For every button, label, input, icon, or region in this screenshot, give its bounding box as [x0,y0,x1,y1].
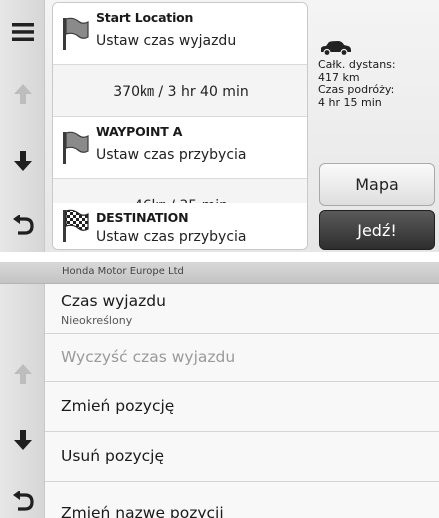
flag-icon [63,131,89,164]
menu-item-value: Nieokreślony [61,314,133,327]
menu-item-rename-position[interactable]: Zmień nazwę pozycji [45,482,439,518]
route-screen: Start Location Ustaw czas wyjazdu 370㎞ /… [0,0,439,252]
back-icon [12,491,34,511]
menu-item-label: Zmień pozycję [61,397,175,415]
arrow-up-icon [13,84,32,104]
leg-distance-time: 370㎞ / 3 hr 40 min [113,83,249,100]
back-icon [12,215,34,235]
menu-icon [11,23,34,41]
nav-rail [0,284,45,518]
edit-stop-menu: Czas wyjazdu Nieokreślony Wyczyść czas w… [45,284,439,518]
map-button[interactable]: Mapa [319,163,435,206]
flag-icon [63,17,89,50]
stop-subtitle: Ustaw czas przybycia [96,147,247,163]
scroll-down-button[interactable] [0,133,45,189]
arrow-down-icon [13,430,32,450]
menu-item-change-position[interactable]: Zmień pozycję [45,382,439,432]
route-stop-waypoint[interactable]: WAYPOINT A Ustaw czas przybycia [53,117,307,179]
travel-time-label: Czas podróży: [318,83,395,96]
menu-item-label: Zmień nazwę pozycji [61,504,224,518]
edit-stop-screen: Honda Motor Europe Ltd Czas wyjazdu Nieo… [0,262,439,518]
back-button[interactable] [0,198,45,252]
stop-subtitle: Ustaw czas wyjazdu [96,33,237,49]
car-icon [321,41,351,56]
back-button[interactable] [0,474,45,518]
stop-title: Start Location [96,10,194,25]
arrow-up-icon [13,364,32,384]
total-distance-label: Całk. dystans: [318,58,396,71]
menu-item-clear-departure-time[interactable]: Wyczyść czas wyjazdu [45,334,439,382]
stop-title: DESTINATION [96,210,189,225]
menu-item-label: Czas wyjazdu [61,292,166,310]
menu-item-label: Wyczyść czas wyjazdu [61,348,236,366]
travel-time-value: 4 hr 15 min [318,95,382,109]
route-summary: Całk. dystans: 417 km Czas podróży: 4 hr… [318,40,436,109]
route-list: Start Location Ustaw czas wyjazdu 370㎞ /… [52,2,308,250]
stop-subtitle: Ustaw czas przybycia [96,229,247,245]
scroll-up-button[interactable] [0,66,45,122]
screen-header: Honda Motor Europe Ltd [0,262,439,284]
scroll-up-button[interactable] [0,346,45,402]
header-title: Honda Motor Europe Ltd [62,266,184,277]
menu-button[interactable] [0,4,45,60]
route-leg: 370㎞ / 3 hr 40 min [53,65,307,117]
nav-rail [0,0,45,252]
go-button[interactable]: Jedź! [319,210,435,250]
route-stop-start[interactable]: Start Location Ustaw czas wyjazdu [53,3,307,65]
arrow-down-icon [13,151,32,171]
menu-item-departure-time[interactable]: Czas wyjazdu Nieokreślony [45,284,439,334]
menu-item-label: Usuń pozycję [61,447,164,465]
menu-item-remove-position[interactable]: Usuń pozycję [45,432,439,482]
scroll-down-button[interactable] [0,412,45,468]
checkered-flag-icon [63,209,89,242]
stop-title: WAYPOINT A [96,124,183,139]
route-stop-destination[interactable]: DESTINATION Ustaw czas przybycia [53,203,307,249]
